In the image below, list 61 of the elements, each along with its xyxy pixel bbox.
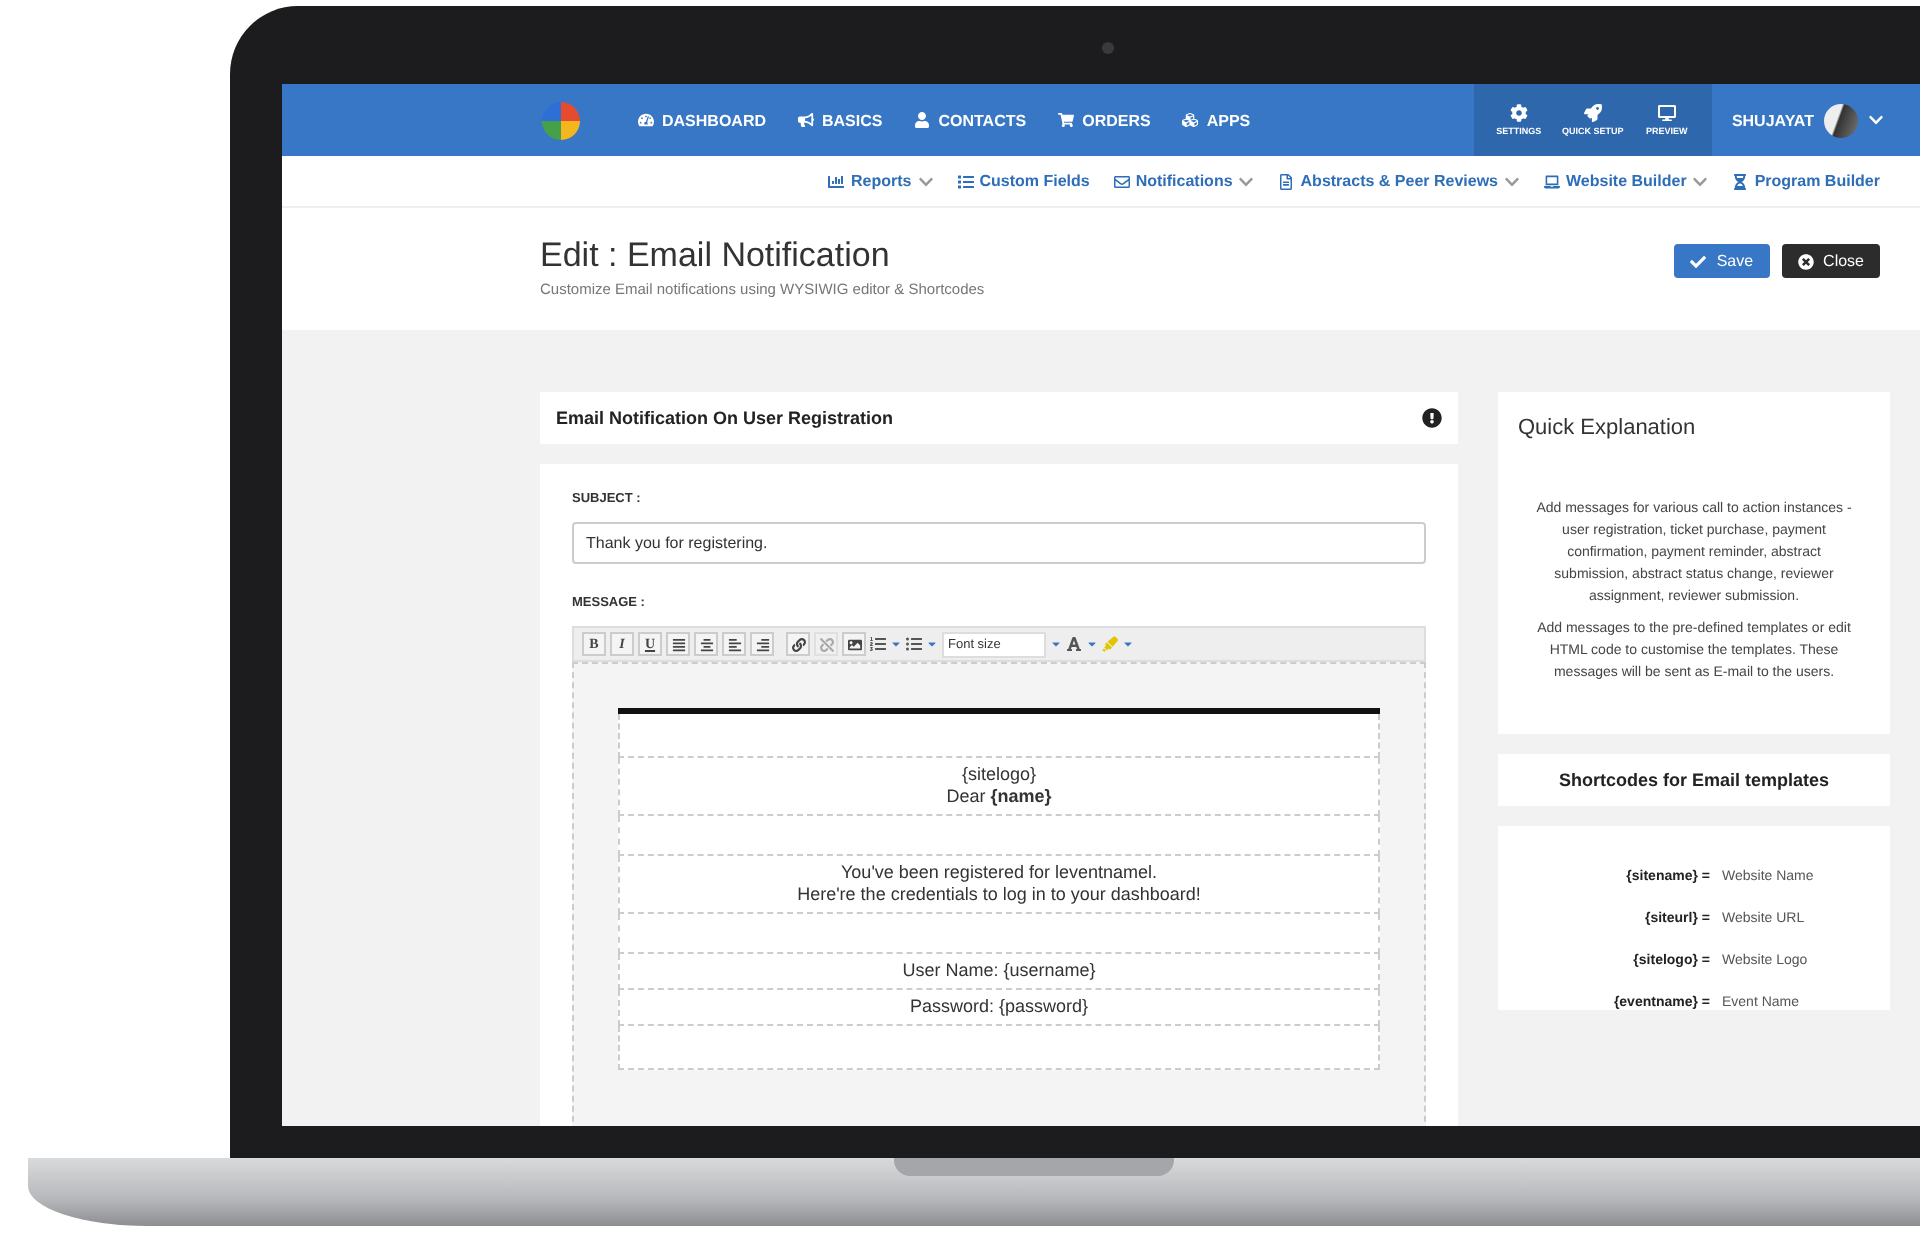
chart-icon bbox=[828, 173, 845, 189]
megaphone-icon bbox=[798, 112, 814, 128]
subnav-link[interactable]: Custom Fields bbox=[957, 172, 1090, 190]
email-text: Here're the credentials to log in to your dashboard! bbox=[795, 884, 1203, 906]
caret-icon[interactable] bbox=[926, 638, 938, 650]
caret-icon[interactable] bbox=[890, 638, 902, 650]
nav-link[interactable]: CONTACTS bbox=[898, 84, 1043, 156]
dashboard-icon bbox=[638, 112, 654, 128]
card-title: Email Notification On User Registration bbox=[556, 408, 894, 428]
email-text: Password: {password} bbox=[907, 996, 1091, 1018]
email-text: User Name: {username} bbox=[900, 960, 1098, 982]
envelope-icon bbox=[1113, 173, 1130, 189]
caret-icon[interactable] bbox=[1086, 638, 1098, 650]
settings-icon bbox=[1509, 104, 1528, 122]
caret-icon[interactable] bbox=[1050, 638, 1062, 650]
align-center-icon[interactable] bbox=[694, 632, 718, 656]
email-text: You've been registered for leventnamel. bbox=[839, 862, 1159, 884]
card-header: Shortcodes for Email templates bbox=[1498, 754, 1890, 806]
nav-link[interactable]: APPS bbox=[1166, 84, 1267, 156]
align-justify-icon[interactable] bbox=[666, 632, 690, 656]
align-right-icon[interactable] bbox=[750, 632, 774, 656]
subnav-link[interactable]: Notifications bbox=[1113, 172, 1255, 190]
avatar-circle bbox=[1824, 103, 1858, 137]
nav-link[interactable]: DASHBOARD bbox=[622, 84, 782, 156]
user-icon bbox=[914, 112, 931, 128]
save-button[interactable]: Save bbox=[1674, 244, 1770, 278]
link-icon[interactable] bbox=[786, 632, 810, 656]
align-left-icon[interactable] bbox=[722, 632, 746, 656]
user-menu[interactable]: SHUJAYAT bbox=[1711, 84, 1920, 156]
cubes-icon bbox=[1182, 112, 1199, 128]
subnav-link[interactable]: Abstracts & Peer Reviews bbox=[1278, 172, 1520, 190]
close-icon bbox=[1797, 253, 1814, 269]
logo-icon[interactable] bbox=[542, 101, 580, 139]
chevron-down-icon bbox=[1868, 112, 1884, 128]
page-title: Edit : Email Notification bbox=[540, 236, 892, 276]
subject-field[interactable]: Thank you for registering. bbox=[572, 522, 1426, 564]
card-title: Quick Explanation bbox=[1518, 416, 1698, 440]
email-text: Dear {name} bbox=[944, 786, 1054, 808]
text-color-icon[interactable] bbox=[1066, 636, 1082, 652]
cart-icon bbox=[1058, 112, 1075, 128]
editor-area[interactable]: {sitelogo} Dear {name} You've been registered for leventnamel. Here're the credentials to log in to your dashboard! User Name: {username} Password: {password} bbox=[572, 662, 1426, 1126]
monitor-icon bbox=[1657, 104, 1676, 122]
email-text: {sitelogo} bbox=[959, 764, 1039, 786]
image-icon[interactable] bbox=[842, 632, 866, 656]
subnav-link[interactable]: Program Builder bbox=[1732, 172, 1880, 190]
hourglass-icon bbox=[1732, 173, 1749, 189]
list-icon bbox=[957, 173, 974, 189]
nav-link[interactable]: BASICS bbox=[782, 84, 899, 156]
nav-link[interactable]: ORDERS bbox=[1042, 84, 1167, 156]
subnav-link[interactable]: Reports bbox=[828, 172, 934, 190]
rocket-icon bbox=[1583, 104, 1602, 122]
close-button[interactable]: Close bbox=[1781, 244, 1880, 278]
numbered-list-icon[interactable] bbox=[870, 636, 886, 652]
bullet-list-icon[interactable] bbox=[906, 636, 922, 652]
camera-dot bbox=[1102, 42, 1114, 54]
caret-icon[interactable] bbox=[1122, 638, 1134, 650]
check-icon bbox=[1690, 253, 1707, 269]
subnav-link[interactable]: Website Builder bbox=[1544, 172, 1709, 190]
exclamation-icon[interactable] bbox=[1422, 408, 1442, 428]
document-icon bbox=[1278, 173, 1295, 189]
laptop-icon bbox=[1544, 173, 1560, 189]
